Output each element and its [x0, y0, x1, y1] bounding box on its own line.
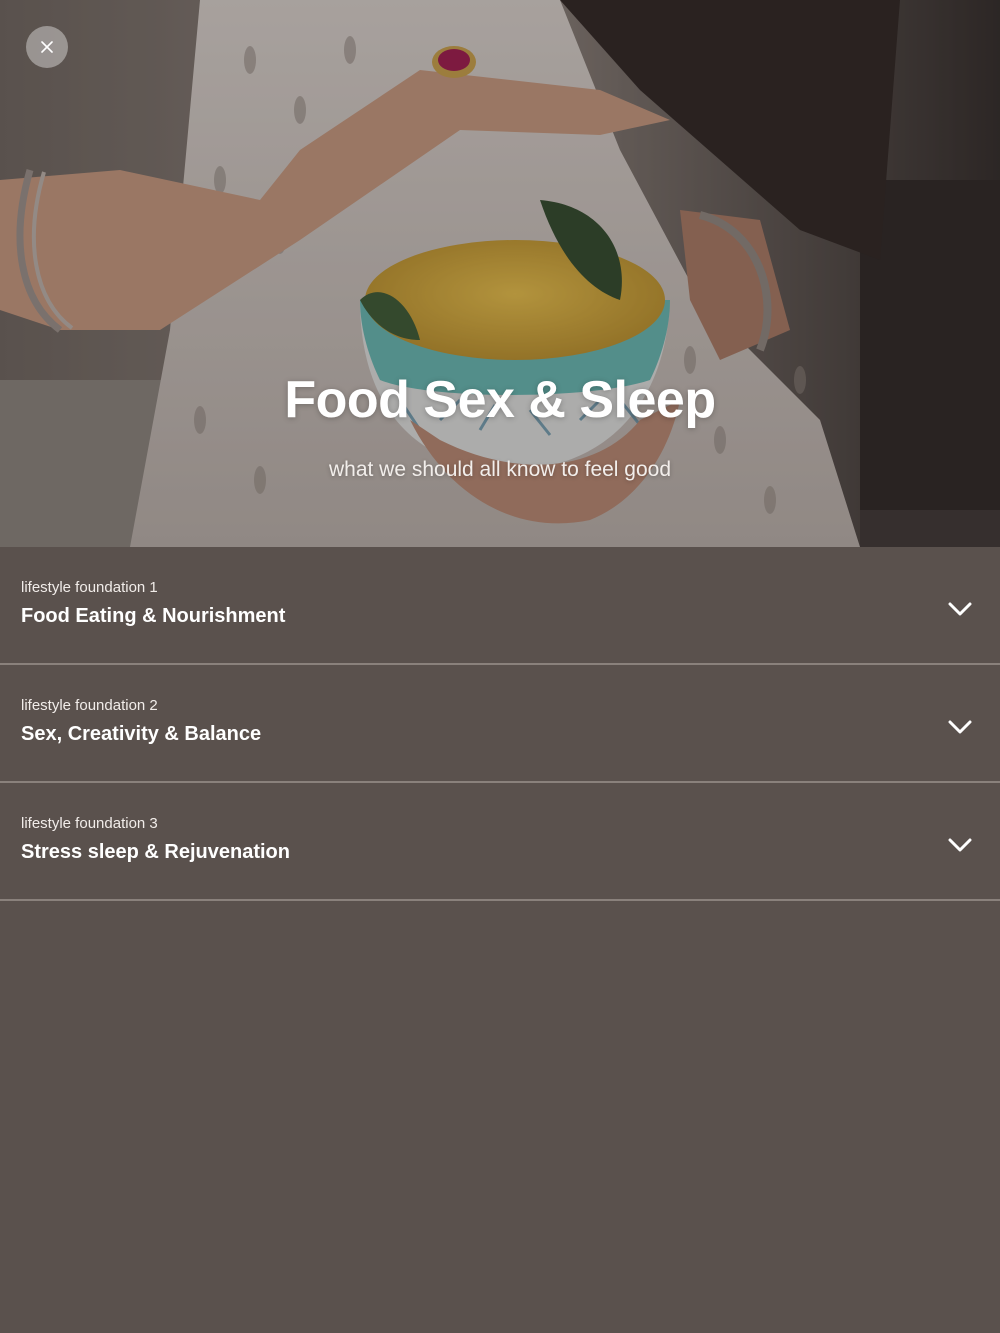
page-title: Food Sex & Sleep [284, 371, 716, 429]
chevron-down-icon[interactable] [948, 719, 972, 735]
accordion-item-foundation-1[interactable]: lifestyle foundation 1 Food Eating & Nou… [0, 547, 1000, 665]
accordion-kicker: lifestyle foundation 3 [21, 815, 158, 832]
accordion-title: Sex, Creativity & Balance [21, 723, 262, 745]
page: Food Sex & Sleep what we should all know… [0, 0, 1000, 1333]
accordion-title: Food Eating & Nourishment [21, 605, 286, 627]
accordion-item-foundation-3[interactable]: lifestyle foundation 3 Stress sleep & Re… [0, 783, 1000, 901]
close-button[interactable] [26, 26, 68, 68]
foundations-accordion: lifestyle foundation 1 Food Eating & Nou… [0, 547, 1000, 901]
accordion-kicker: lifestyle foundation 1 [21, 579, 158, 596]
hero-banner: Food Sex & Sleep what we should all know… [0, 0, 1000, 547]
accordion-title: Stress sleep & Rejuvenation [21, 841, 290, 863]
accordion-item-foundation-2[interactable]: lifestyle foundation 2 Sex, Creativity &… [0, 665, 1000, 783]
close-icon [41, 41, 53, 53]
chevron-down-icon[interactable] [948, 601, 972, 617]
page-subtitle: what we should all know to feel good [328, 458, 672, 481]
chevron-down-icon[interactable] [948, 837, 972, 853]
accordion-kicker: lifestyle foundation 2 [21, 697, 158, 714]
